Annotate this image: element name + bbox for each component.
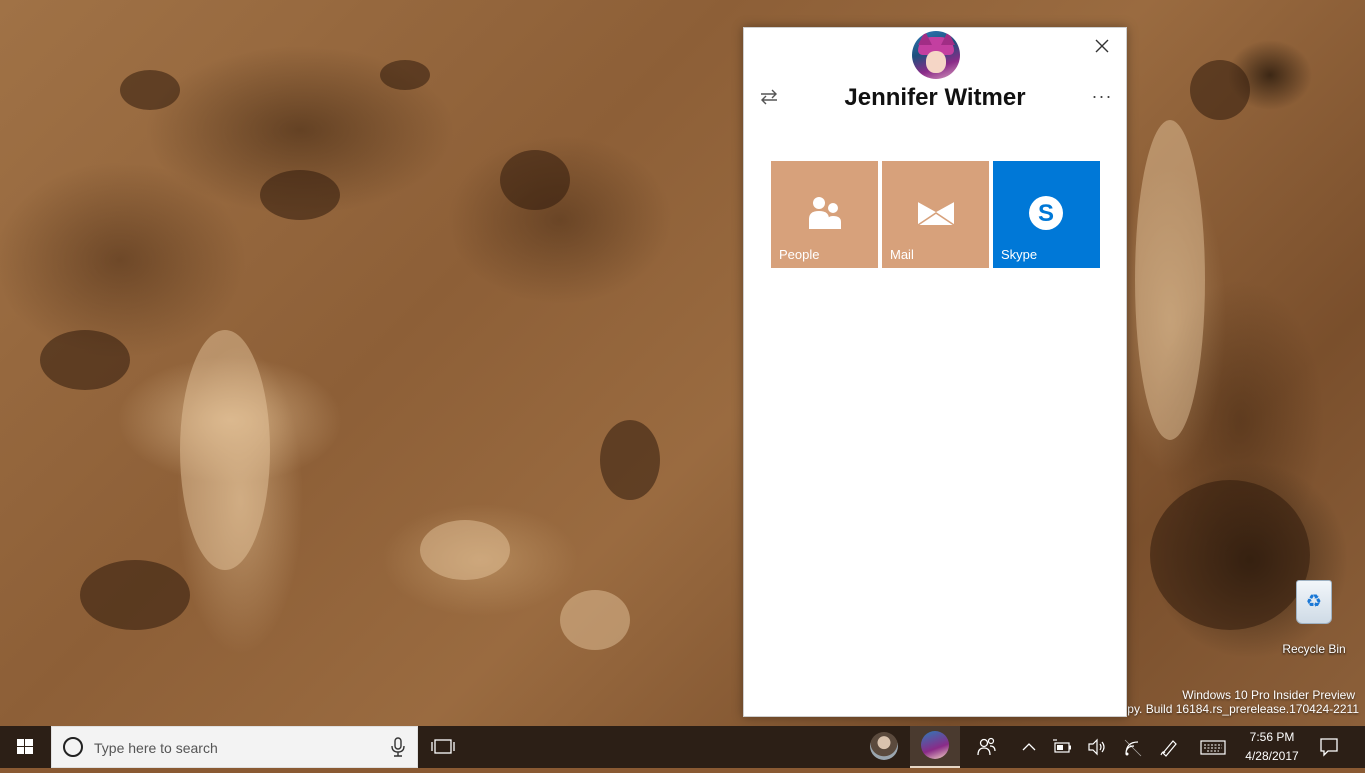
notification-icon bbox=[1320, 738, 1338, 757]
task-view-button[interactable] bbox=[430, 736, 456, 758]
clock-date: 4/28/2017 bbox=[1245, 749, 1299, 763]
recycle-bin-icon: ♻ bbox=[1296, 580, 1332, 624]
clock-time: 7:56 PM bbox=[1249, 730, 1295, 744]
people-icon bbox=[771, 195, 878, 231]
recycle-bin[interactable]: ♻ Recycle Bin bbox=[1278, 580, 1350, 656]
contact-avatar bbox=[912, 31, 960, 79]
clock[interactable]: 7:56 PM 4/28/2017 bbox=[1236, 728, 1308, 766]
wifi-icon bbox=[1124, 739, 1142, 757]
close-button[interactable] bbox=[1092, 36, 1112, 56]
people-icon bbox=[977, 737, 996, 756]
microphone-icon[interactable] bbox=[388, 736, 408, 758]
mail-icon bbox=[882, 195, 989, 231]
skype-tile-label: Skype bbox=[1001, 247, 1038, 262]
search-box[interactable]: Type here to search bbox=[51, 726, 418, 768]
pen-icon bbox=[1160, 740, 1177, 757]
pinned-contact-avatar bbox=[921, 731, 949, 759]
show-hidden-icons-button[interactable] bbox=[1018, 736, 1040, 758]
people-button[interactable] bbox=[976, 736, 998, 758]
mail-tile[interactable]: Mail bbox=[882, 161, 989, 268]
action-center-button[interactable] bbox=[1318, 736, 1340, 758]
taskbar: Type here to search 7:56 PM 4/28/2017 bbox=[0, 726, 1365, 768]
pinned-contact-jennifer[interactable] bbox=[910, 726, 960, 768]
desktop-wallpaper bbox=[0, 0, 1365, 726]
app-tiles: People Mail S Skype bbox=[771, 161, 1101, 269]
switch-contact-button[interactable] bbox=[758, 88, 780, 110]
search-placeholder: Type here to search bbox=[94, 740, 218, 756]
task-view-icon bbox=[431, 739, 455, 754]
keyboard-icon bbox=[1200, 740, 1226, 755]
contact-card-flyout: Jennifer Witmer ··· People Mail S Skype bbox=[743, 27, 1127, 717]
more-options-button[interactable]: ··· bbox=[1090, 86, 1114, 110]
battery-icon bbox=[1053, 739, 1071, 753]
start-button[interactable] bbox=[0, 726, 50, 768]
pen-workspace-button[interactable] bbox=[1158, 736, 1180, 758]
windows-logo-icon bbox=[17, 739, 33, 754]
skype-icon: S bbox=[993, 195, 1100, 231]
switch-arrows-icon bbox=[761, 89, 777, 105]
touch-keyboard-button[interactable] bbox=[1200, 736, 1226, 758]
chevron-up-icon bbox=[1022, 743, 1036, 751]
people-tile-label: People bbox=[779, 247, 820, 262]
more-icon: ··· bbox=[1091, 86, 1113, 106]
recycle-bin-label: Recycle Bin bbox=[1282, 642, 1346, 656]
network-button[interactable] bbox=[1122, 736, 1144, 758]
pinned-contact-1[interactable] bbox=[870, 732, 898, 760]
contact-name: Jennifer Witmer bbox=[844, 84, 1026, 111]
people-tile[interactable]: People bbox=[771, 161, 878, 268]
volume-icon bbox=[1088, 738, 1105, 756]
skype-tile[interactable]: S Skype bbox=[993, 161, 1100, 268]
cortana-icon bbox=[63, 737, 83, 757]
close-icon bbox=[1095, 39, 1109, 53]
battery-button[interactable] bbox=[1052, 736, 1074, 758]
mail-tile-label: Mail bbox=[890, 247, 914, 262]
svg-text:S: S bbox=[1038, 200, 1054, 227]
volume-button[interactable] bbox=[1086, 736, 1108, 758]
